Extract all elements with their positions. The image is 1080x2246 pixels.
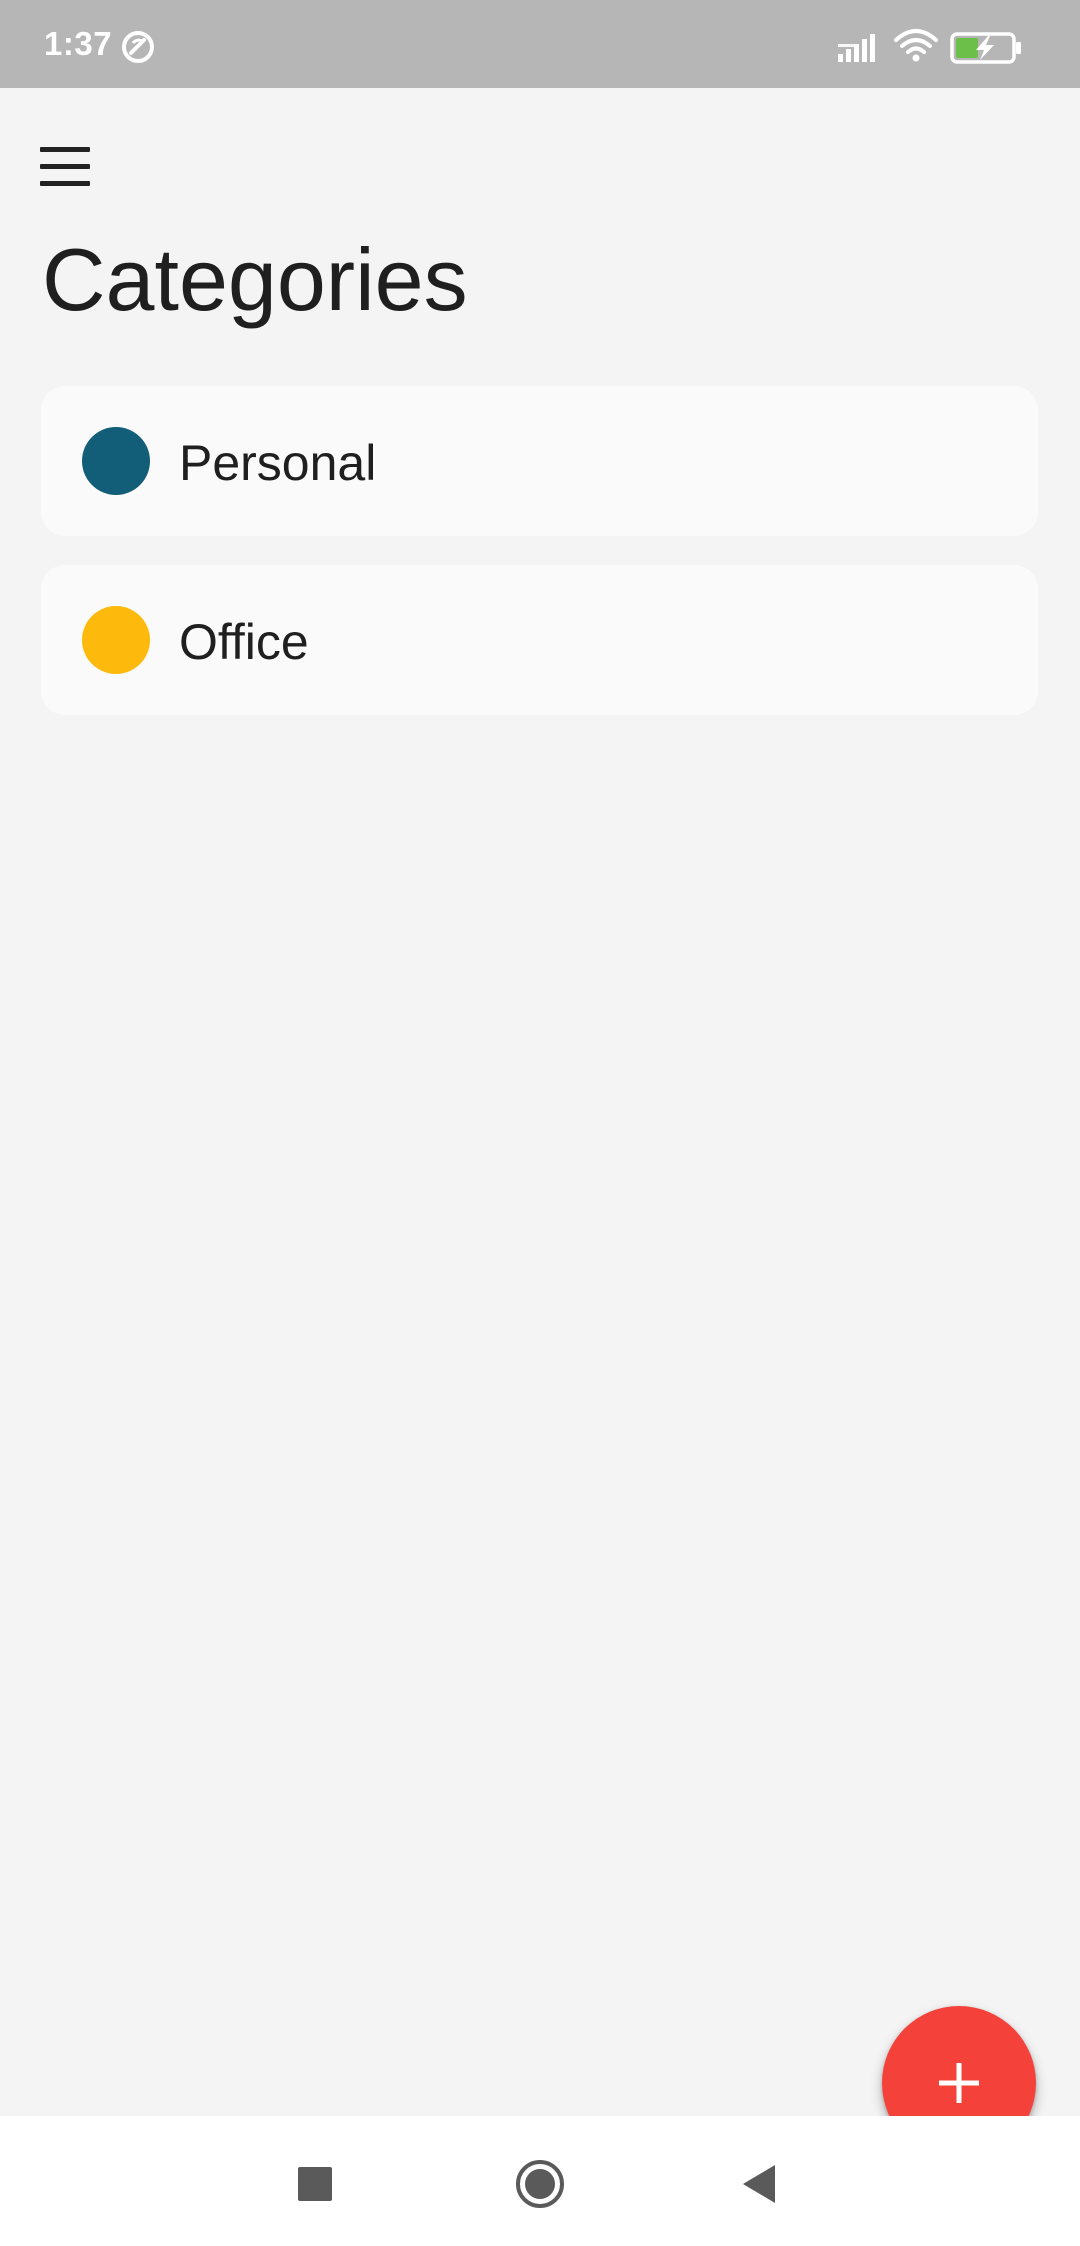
back-button[interactable] <box>741 2163 777 2205</box>
status-bar: 1:37 <box>0 0 1080 88</box>
wifi-icon <box>894 29 938 62</box>
category-item-personal[interactable]: Personal <box>41 386 1038 536</box>
category-label: Personal <box>179 435 377 491</box>
category-list: Personal Office <box>41 386 1038 744</box>
category-color-dot <box>82 606 150 674</box>
system-nav-bar <box>0 2116 1080 2246</box>
plus-icon <box>939 2063 979 2103</box>
do-not-disturb-icon <box>122 31 154 63</box>
category-item-office[interactable]: Office <box>41 565 1038 715</box>
recents-button[interactable] <box>298 2167 332 2201</box>
signal-icon <box>838 34 875 62</box>
category-label: Office <box>179 614 309 670</box>
home-button[interactable] <box>514 2158 566 2210</box>
hamburger-menu-icon-line <box>40 164 90 169</box>
menu-button[interactable] <box>26 132 106 204</box>
hamburger-menu-icon <box>40 147 90 152</box>
app-content: Categories Personal Office <box>0 88 1080 2160</box>
category-color-dot <box>82 427 150 495</box>
page-title: Categories <box>42 230 468 329</box>
status-time: 1:37 <box>44 25 113 62</box>
battery-charging-icon <box>950 32 1021 64</box>
hamburger-menu-icon-line <box>40 181 90 186</box>
